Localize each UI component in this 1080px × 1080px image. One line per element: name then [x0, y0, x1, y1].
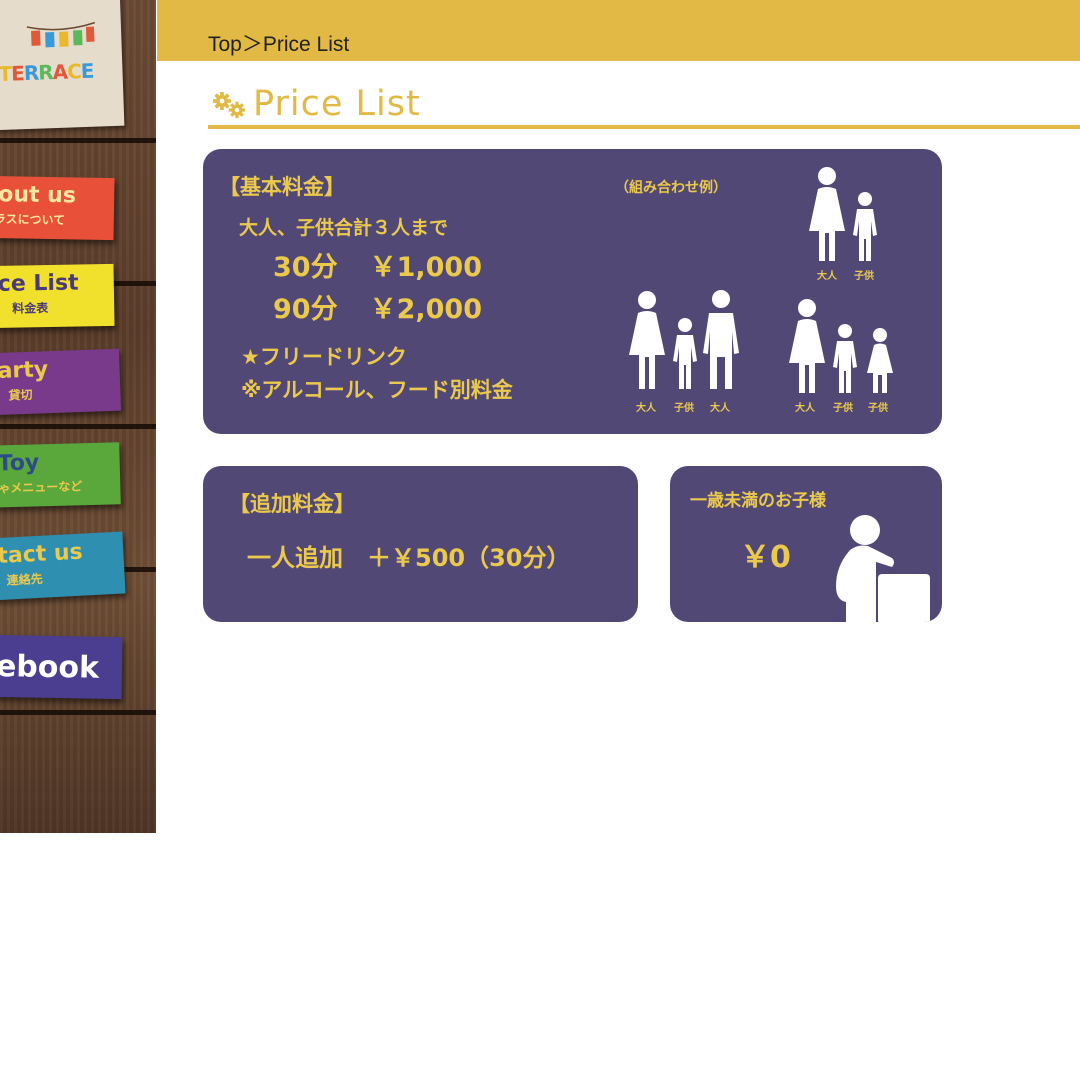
basic-heading: 【基本料金】 — [219, 175, 345, 199]
basic-price-panel: 【基本料金】 大人、子供合計３人まで 30分 ￥1,000 90分 ￥2,000 ★… — [203, 149, 942, 434]
nav-toy-sub: ゃメニューなど — [0, 479, 83, 496]
examples-title: （組み合わせ例） — [615, 180, 727, 196]
bunting-icon — [25, 21, 98, 51]
baby-standing-icon — [836, 515, 930, 622]
price-30-time: 30分 — [273, 252, 338, 283]
ex1-label-child: 子供 — [854, 271, 874, 282]
additional-heading: 【追加料金】 — [229, 492, 355, 516]
nav-party-sub: 貸切 — [8, 387, 33, 403]
nav-price-sub: 料金表 — [12, 301, 49, 316]
nav-facebook[interactable]: ebook — [0, 634, 123, 700]
ex3-label-child: 子供 — [833, 403, 853, 414]
nav-toy[interactable]: Toy ゃメニューなど — [0, 442, 121, 508]
ex3-label-child-2: 子供 — [868, 403, 888, 414]
infant-price-panel: 一歳未満のお子様 ￥0 — [670, 466, 942, 622]
breadcrumb-home-link[interactable]: Top — [208, 33, 242, 56]
note-alcohol-food: ※アルコール、フード別料金 — [241, 378, 513, 402]
note-free-drink: ★フリードリンク — [241, 345, 407, 369]
price-90-amount: ￥2,000 — [369, 294, 482, 325]
nav-contact-label: tact us — [0, 539, 84, 570]
nav-contact-us[interactable]: tact us 連絡先 — [0, 531, 126, 601]
price-row-90: 90分 ￥2,000 — [273, 287, 482, 326]
family-adult-two-children-icon — [789, 299, 893, 393]
additional-price-panel: 【追加料金】 一人追加 ＋￥500（30分） — [203, 466, 638, 622]
ex2-label-adult: 大人 — [636, 403, 656, 414]
price-90-time: 90分 — [273, 294, 338, 325]
nav-contact-sub: 連絡先 — [6, 571, 44, 588]
infant-price: ￥0 — [740, 540, 791, 575]
additional-line: 一人追加 ＋￥500（30分） — [247, 544, 571, 572]
ex3-label-adult: 大人 — [795, 403, 815, 414]
nav-toy-label: Toy — [0, 450, 40, 477]
breadcrumb-current: Price List — [262, 33, 350, 56]
nav-party[interactable]: arty 貸切 — [0, 348, 122, 416]
page-title: Price List — [253, 84, 421, 124]
site-logo[interactable]: TERRACE — [0, 0, 125, 131]
nav-about-sub: ラスについて — [0, 212, 66, 228]
family-adult-child-icon — [809, 167, 877, 261]
basic-condition: 大人、子供合計３人まで — [239, 217, 449, 239]
nav-about-us[interactable]: out us ラスについて — [0, 175, 115, 241]
page-title-area: Price List — [208, 82, 1080, 128]
gears-icon — [213, 92, 246, 119]
breadcrumb: Top＞Price List — [208, 28, 349, 58]
nav-party-label: arty — [0, 357, 49, 384]
ex2-label-child: 子供 — [674, 403, 694, 414]
family-two-adults-child-icon — [629, 290, 739, 389]
ex2-label-adult-2: 大人 — [710, 403, 730, 414]
price-30-amount: ￥1,000 — [369, 252, 482, 283]
nav-price-label: ce List — [0, 270, 79, 297]
nav-about-label: out us — [0, 182, 77, 209]
ex1-label-adult: 大人 — [817, 271, 837, 282]
nav-facebook-label: ebook — [0, 648, 100, 686]
sidebar: TERRACE out us ラスについて ce List 料金表 arty 貸… — [0, 0, 156, 833]
breadcrumb-separator: ＞ — [241, 33, 263, 56]
infant-heading: 一歳未満のお子様 — [690, 491, 826, 511]
nav-price-list[interactable]: ce List 料金表 — [0, 263, 115, 329]
title-underline — [208, 125, 1080, 129]
logo-text: TERRACE — [0, 58, 94, 87]
price-row-30: 30分 ￥1,000 — [273, 245, 482, 284]
